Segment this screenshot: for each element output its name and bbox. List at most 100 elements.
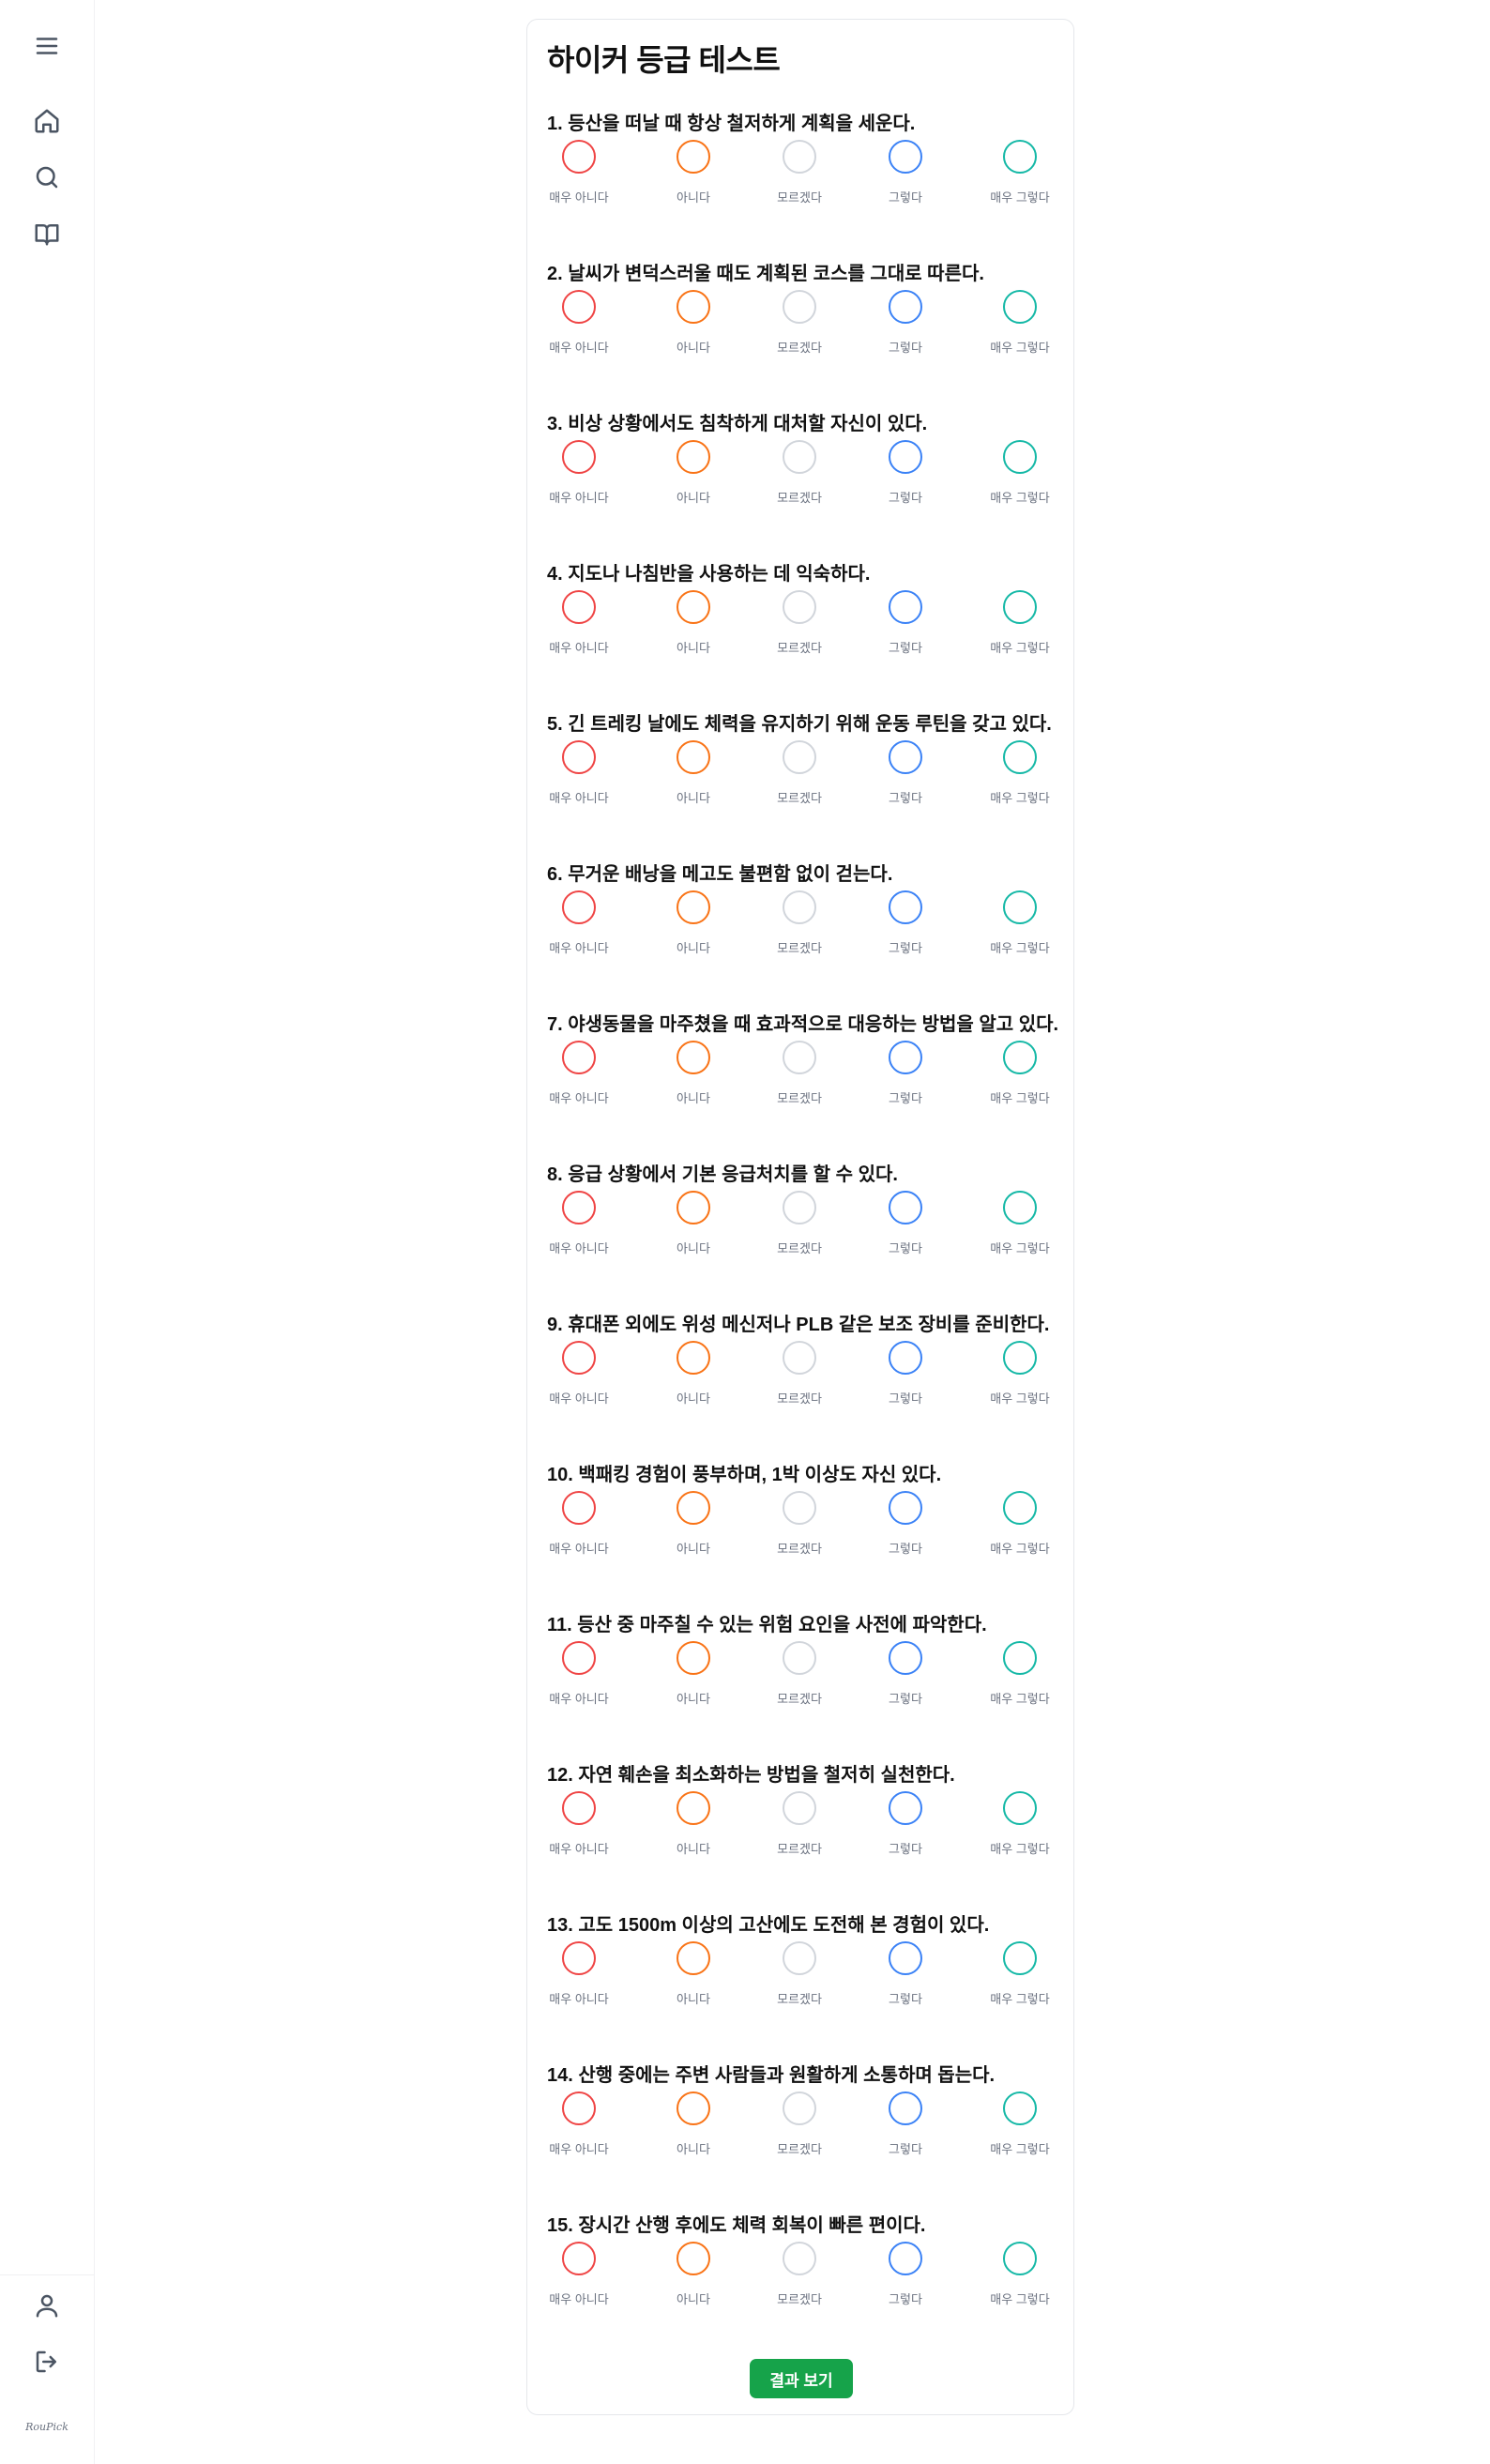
- radio-circle[interactable]: [783, 1791, 816, 1825]
- radio-circle[interactable]: [677, 1341, 710, 1375]
- radio-circle[interactable]: [1003, 2091, 1037, 2125]
- radio-circle[interactable]: [1003, 1641, 1037, 1675]
- radio-circle[interactable]: [562, 1041, 596, 1074]
- answer-option[interactable]: 매우 그렇다: [975, 740, 1069, 815]
- radio-circle[interactable]: [889, 1641, 922, 1675]
- answer-option[interactable]: 매우 그렇다: [975, 2091, 1069, 2167]
- radio-circle[interactable]: [677, 1791, 710, 1825]
- radio-circle[interactable]: [562, 590, 596, 624]
- answer-option[interactable]: 매우 그렇다: [975, 2242, 1069, 2317]
- answer-option[interactable]: 그렇다: [860, 1491, 954, 1566]
- answer-option[interactable]: 모르겠다: [754, 1941, 848, 2016]
- radio-circle[interactable]: [1003, 1791, 1037, 1825]
- answer-option[interactable]: 아니다: [648, 440, 742, 515]
- answer-option[interactable]: 아니다: [648, 2242, 742, 2317]
- answer-option[interactable]: 매우 그렇다: [975, 1791, 1069, 1866]
- answer-option[interactable]: 아니다: [648, 740, 742, 815]
- radio-circle[interactable]: [783, 140, 816, 174]
- radio-circle[interactable]: [1003, 740, 1037, 774]
- answer-option[interactable]: 매우 아니다: [534, 1791, 628, 1866]
- answer-option[interactable]: 아니다: [648, 1491, 742, 1566]
- answer-option[interactable]: 매우 아니다: [534, 1191, 628, 1266]
- answer-option[interactable]: 모르겠다: [754, 1491, 848, 1566]
- answer-option[interactable]: 그렇다: [860, 1191, 954, 1266]
- radio-circle[interactable]: [1003, 1941, 1037, 1975]
- answer-option[interactable]: 매우 그렇다: [975, 1641, 1069, 1716]
- radio-circle[interactable]: [677, 140, 710, 174]
- user-icon[interactable]: [30, 2289, 64, 2322]
- radio-circle[interactable]: [783, 1491, 816, 1525]
- answer-option[interactable]: 모르겠다: [754, 2242, 848, 2317]
- answer-option[interactable]: 매우 아니다: [534, 290, 628, 365]
- answer-option[interactable]: 매우 그렇다: [975, 290, 1069, 365]
- radio-circle[interactable]: [783, 2242, 816, 2275]
- radio-circle[interactable]: [562, 740, 596, 774]
- radio-circle[interactable]: [783, 1941, 816, 1975]
- radio-circle[interactable]: [1003, 290, 1037, 324]
- radio-circle[interactable]: [677, 1641, 710, 1675]
- answer-option[interactable]: 모르겠다: [754, 1641, 848, 1716]
- radio-circle[interactable]: [889, 1041, 922, 1074]
- answer-option[interactable]: 그렇다: [860, 1941, 954, 2016]
- radio-circle[interactable]: [562, 1191, 596, 1224]
- answer-option[interactable]: 매우 아니다: [534, 890, 628, 966]
- answer-option[interactable]: 모르겠다: [754, 1791, 848, 1866]
- answer-option[interactable]: 매우 아니다: [534, 140, 628, 215]
- answer-option[interactable]: 모르겠다: [754, 1191, 848, 1266]
- answer-option[interactable]: 그렇다: [860, 890, 954, 966]
- radio-circle[interactable]: [562, 1491, 596, 1525]
- radio-circle[interactable]: [1003, 1341, 1037, 1375]
- radio-circle[interactable]: [1003, 1041, 1037, 1074]
- radio-circle[interactable]: [562, 290, 596, 324]
- answer-option[interactable]: 그렇다: [860, 290, 954, 365]
- answer-option[interactable]: 매우 아니다: [534, 1641, 628, 1716]
- radio-circle[interactable]: [1003, 1191, 1037, 1224]
- radio-circle[interactable]: [677, 2091, 710, 2125]
- answer-option[interactable]: 매우 아니다: [534, 2091, 628, 2167]
- answer-option[interactable]: 매우 그렇다: [975, 890, 1069, 966]
- answer-option[interactable]: 그렇다: [860, 740, 954, 815]
- radio-circle[interactable]: [562, 2242, 596, 2275]
- radio-circle[interactable]: [889, 1341, 922, 1375]
- radio-circle[interactable]: [889, 290, 922, 324]
- radio-circle[interactable]: [783, 440, 816, 474]
- radio-circle[interactable]: [783, 1341, 816, 1375]
- answer-option[interactable]: 매우 그렇다: [975, 1041, 1069, 1116]
- radio-circle[interactable]: [783, 2091, 816, 2125]
- answer-option[interactable]: 매우 아니다: [534, 740, 628, 815]
- answer-option[interactable]: 모르겠다: [754, 890, 848, 966]
- radio-circle[interactable]: [1003, 890, 1037, 924]
- answer-option[interactable]: 모르겠다: [754, 590, 848, 665]
- radio-circle[interactable]: [677, 440, 710, 474]
- show-result-button[interactable]: 결과 보기: [750, 2359, 853, 2398]
- answer-option[interactable]: 아니다: [648, 890, 742, 966]
- answer-option[interactable]: 그렇다: [860, 1341, 954, 1416]
- radio-circle[interactable]: [562, 440, 596, 474]
- radio-circle[interactable]: [1003, 2242, 1037, 2275]
- radio-circle[interactable]: [889, 1941, 922, 1975]
- radio-circle[interactable]: [677, 590, 710, 624]
- answer-option[interactable]: 모르겠다: [754, 1041, 848, 1116]
- radio-circle[interactable]: [889, 1791, 922, 1825]
- answer-option[interactable]: 매우 그렇다: [975, 140, 1069, 215]
- answer-option[interactable]: 아니다: [648, 590, 742, 665]
- answer-option[interactable]: 그렇다: [860, 1791, 954, 1866]
- radio-circle[interactable]: [783, 590, 816, 624]
- home-icon[interactable]: [30, 104, 64, 138]
- answer-option[interactable]: 그렇다: [860, 1641, 954, 1716]
- radio-circle[interactable]: [783, 740, 816, 774]
- answer-option[interactable]: 매우 그렇다: [975, 440, 1069, 515]
- radio-circle[interactable]: [677, 740, 710, 774]
- logout-icon[interactable]: [30, 2345, 64, 2379]
- radio-circle[interactable]: [562, 1791, 596, 1825]
- search-icon[interactable]: [30, 160, 64, 194]
- radio-circle[interactable]: [1003, 140, 1037, 174]
- answer-option[interactable]: 모르겠다: [754, 1341, 848, 1416]
- radio-circle[interactable]: [562, 890, 596, 924]
- answer-option[interactable]: 그렇다: [860, 2242, 954, 2317]
- answer-option[interactable]: 매우 아니다: [534, 1941, 628, 2016]
- answer-option[interactable]: 아니다: [648, 1341, 742, 1416]
- radio-circle[interactable]: [783, 290, 816, 324]
- radio-circle[interactable]: [889, 590, 922, 624]
- radio-circle[interactable]: [783, 1041, 816, 1074]
